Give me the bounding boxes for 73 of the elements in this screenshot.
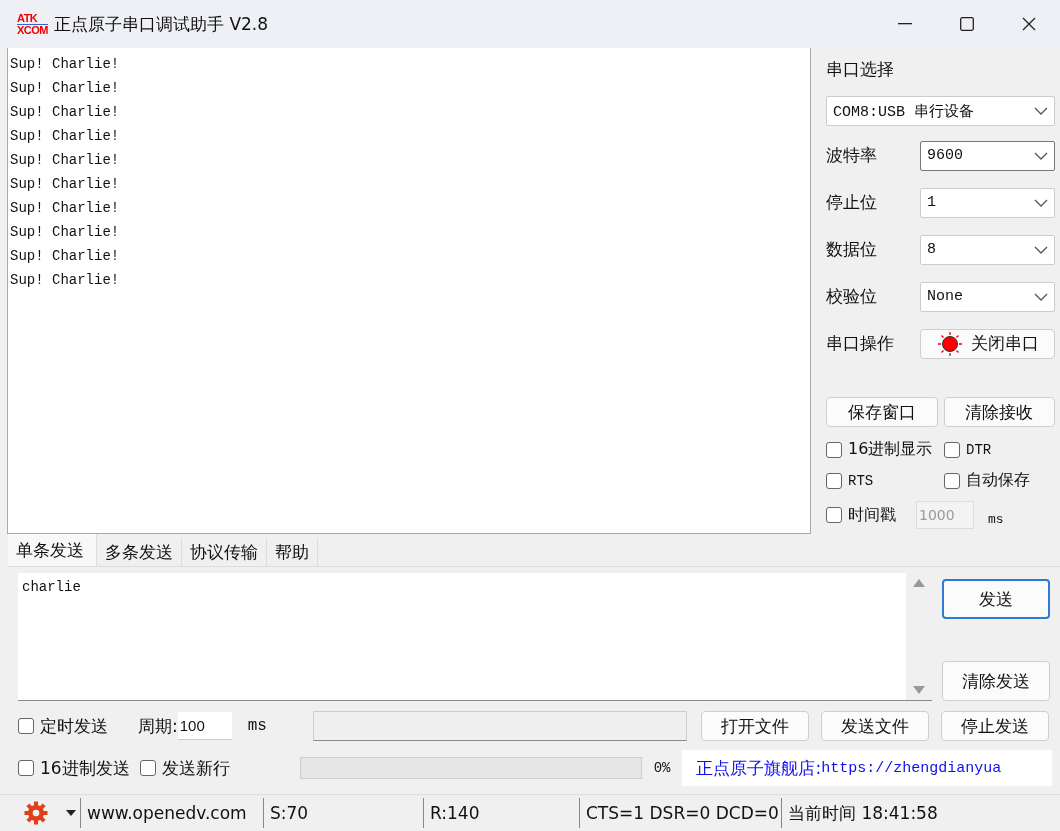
send-field[interactable]: charlie [18,573,932,701]
setting-label: 校验位 [826,285,878,308]
checkbox-label: 自动保存 [966,470,1030,491]
checkbox[interactable] [18,760,34,776]
setting-dropdown[interactable]: 1 [920,187,1055,218]
checkbox[interactable] [826,507,842,523]
checkbox[interactable] [18,718,34,734]
store-link[interactable]: 正点原子旗舰店:https://zhengdianyua [682,750,1052,786]
checkbox-label: DTR [966,441,992,458]
received-count: R:140 [423,798,579,828]
checkbox-label: 16进制显示 [848,439,933,460]
unit-label: ms [988,511,1004,527]
close-icon [1022,17,1036,31]
chevron-down-icon [1034,107,1048,115]
received-line: Sup! Charlie! [10,103,121,122]
received-line: Sup! Charlie! [10,79,121,98]
checkbox[interactable] [944,472,960,489]
period-field[interactable]: 100 [177,712,232,740]
chevron-down-icon [1034,198,1048,207]
chevron-down-icon [1034,151,1048,160]
gear-icon[interactable] [24,801,48,825]
received-line: Sup! Charlie! [10,199,121,218]
received-line: Sup! Charlie! [10,151,121,170]
file-button[interactable]: 发送文件 [820,711,929,741]
current-time: 当前时间 18:41:58 [781,798,938,828]
chevron-down-icon [1034,245,1048,254]
maximize-icon [960,17,974,31]
checkbox-label: RTS [848,472,874,489]
signal-status: CTS=1 DSR=0 DCD=0 [579,798,781,828]
setting-label: 波特率 [826,144,878,167]
chevron-down-icon [1034,292,1048,301]
progress-reading: 0% [653,760,671,776]
unit-label: ms [247,717,267,735]
minimize-icon [898,23,912,25]
checkbox[interactable] [826,441,842,458]
dropdown-arrow-icon[interactable] [66,810,76,816]
sent-count: S:70 [263,798,423,828]
checkbox-label: 发送新行 [161,756,230,780]
action-label: 串口操作 [826,332,895,355]
checkbox[interactable] [826,472,842,489]
clear-send-button[interactable]: 清除发送 [942,661,1050,701]
setting-dropdown[interactable]: 9600 [920,140,1055,171]
file-button[interactable]: 停止发送 [940,711,1049,741]
close-port-button[interactable]: 关闭串口 [920,328,1055,359]
received-line: Sup! Charlie! [10,175,121,194]
window-title: 正点原子串口调试助手 V2.8 [54,12,269,36]
received-line: Sup! Charlie! [10,55,121,74]
setting-dropdown[interactable]: None [920,281,1055,312]
status-lamp-icon [936,330,963,357]
port-label: 串口选择 [826,58,895,81]
period-label: 周期: [138,714,178,738]
checkbox-label: 时间戳 [848,504,896,526]
setting-label: 停止位 [826,191,878,214]
file-path-field[interactable] [312,711,687,741]
setting-label: 数据位 [826,238,878,261]
port-dropdown[interactable]: COM8:USB 串行设备 [826,96,1055,126]
checkbox[interactable] [944,441,960,458]
received-line: Sup! Charlie! [10,223,121,242]
setting-dropdown[interactable]: 8 [920,234,1055,265]
send-button[interactable]: 发送 [942,579,1050,619]
tab[interactable]: 单条发送 [8,534,97,566]
received-line: Sup! Charlie! [10,127,121,146]
checkbox-label: 16进制发送 [40,756,130,780]
received-line: Sup! Charlie! [10,247,121,266]
app-logo: ATK XCOM [17,12,48,36]
receive-area[interactable]: Sup! Charlie! Sup! Charlie! Sup! Charlie! Sup! Charlie! Sup! Charlie! Sup! Charlie! Sup! Charlie! Sup! Charlie! Sup! Charlie! Sup! Charlie! [7,48,811,534]
checkbox-label: 定时发送 [40,714,108,738]
file-button[interactable]: 打开文件 [700,711,809,741]
panel-button[interactable]: 保存窗口 [826,397,938,427]
website-label: www.openedv.com [80,798,263,828]
panel-button[interactable]: 清除接收 [943,397,1055,427]
checkbox[interactable] [139,760,156,776]
received-line: Sup! Charlie! [10,271,121,290]
